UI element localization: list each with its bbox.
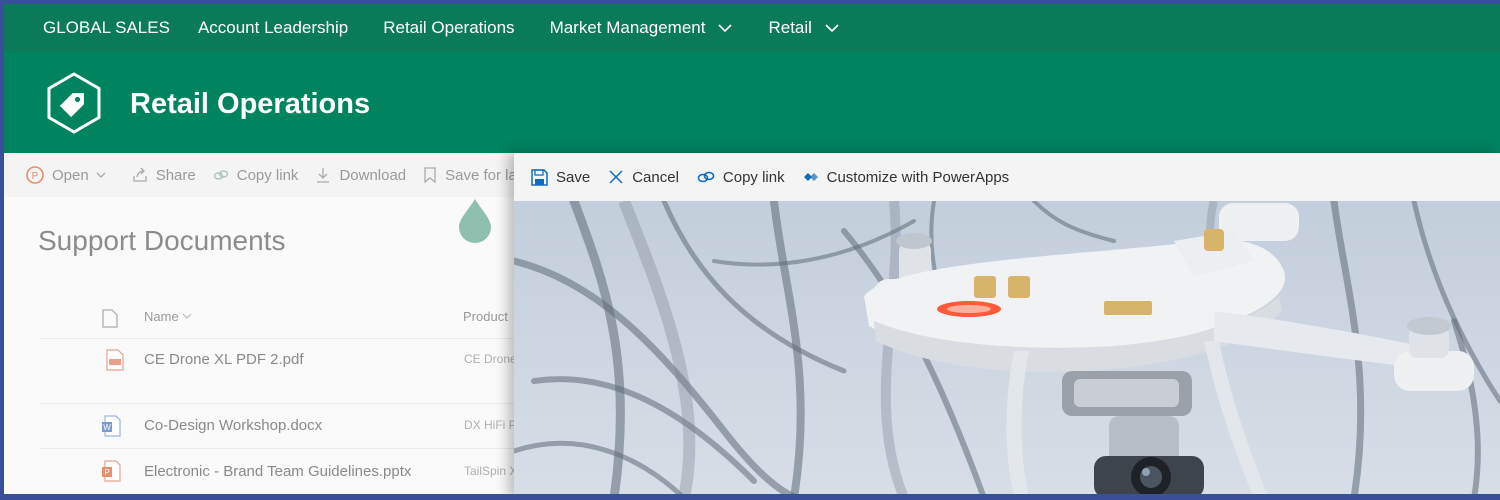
chevron-down-icon	[182, 313, 192, 319]
copy-link-label: Copy link	[722, 168, 785, 186]
table-row-name[interactable]: Co-Design Workshop.docx	[144, 417, 322, 434]
app-frame: GLOBAL SALES Account Leadership Retail O…	[4, 4, 1500, 494]
share-icon	[133, 167, 147, 182]
header-divider	[40, 338, 516, 339]
chevron-down-icon	[718, 24, 733, 33]
nav-retail-operations-label: Retail Operations	[383, 18, 515, 37]
library-title: Support Documents	[38, 225, 286, 256]
name-column-label: Name	[144, 309, 179, 324]
copy-link-label: Copy link	[236, 166, 299, 184]
item-edit-panel: Save Cancel Copy link Customize with Pow…	[514, 153, 1500, 494]
file-type-column-icon[interactable]	[102, 309, 118, 328]
save-for-later-button[interactable]: Save for lat	[423, 167, 521, 184]
powerpoint-icon: P	[26, 166, 44, 184]
customize-label: Customize with PowerApps	[826, 168, 1010, 186]
download-button[interactable]: Download	[315, 167, 406, 184]
link-icon	[213, 170, 228, 180]
table-row-product: CE Drone	[464, 352, 516, 366]
nav-market-management[interactable]: Market Management	[550, 18, 734, 38]
share-button[interactable]: Share	[132, 167, 196, 184]
document-library-page: P Open Share Copy link Download Save for…	[4, 153, 521, 494]
table-row-product: TailSpin X	[464, 464, 516, 478]
powerpoint-file-icon: P	[102, 460, 121, 482]
row-divider	[40, 448, 516, 449]
product-column-header[interactable]: Product	[463, 309, 508, 324]
nav-retail[interactable]: Retail	[768, 18, 839, 38]
row-divider	[40, 403, 516, 404]
nav-retail-operations[interactable]: Retail Operations	[383, 18, 514, 38]
nav-retail-label: Retail	[768, 18, 812, 37]
powerapps-icon	[803, 173, 818, 181]
site-title[interactable]: Retail Operations	[130, 88, 370, 121]
table-row-product: DX HiFi P	[464, 418, 516, 432]
close-icon	[609, 170, 623, 184]
library-command-bar: P Open Share Copy link Download Save for…	[4, 153, 521, 197]
svg-text:P: P	[104, 468, 109, 477]
chevron-down-icon	[825, 24, 839, 33]
bookmark-icon	[424, 167, 436, 183]
panel-command-bar: Save Cancel Copy link Customize with Pow…	[514, 153, 1500, 201]
site-logo-tag-icon[interactable]	[42, 71, 106, 135]
copy-link-button[interactable]: Copy link	[697, 169, 785, 186]
nav-global-sales-label: GLOBAL SALES	[43, 18, 170, 37]
top-navigation: GLOBAL SALES Account Leadership Retail O…	[4, 4, 1500, 52]
table-row-name[interactable]: Electronic - Brand Team Guidelines.pptx	[144, 463, 411, 480]
water-drop-icon	[459, 199, 491, 243]
save-label: Save	[556, 168, 591, 186]
nav-global-sales[interactable]: GLOBAL SALES	[43, 18, 170, 38]
open-label: Open	[52, 166, 89, 184]
pdf-file-icon	[106, 349, 124, 371]
nav-account-leadership[interactable]: Account Leadership	[198, 18, 348, 38]
nav-account-leadership-label: Account Leadership	[197, 18, 349, 37]
table-row-name[interactable]: CE Drone XL PDF 2.pdf	[144, 351, 304, 368]
cancel-label: Cancel	[632, 168, 679, 186]
copy-link-button[interactable]: Copy link	[213, 166, 299, 184]
drone-photo	[514, 201, 1500, 494]
word-file-icon: W	[102, 415, 121, 437]
cancel-button[interactable]: Cancel	[608, 169, 679, 186]
share-label: Share	[155, 166, 196, 184]
nav-market-management-label: Market Management	[549, 18, 706, 37]
download-label: Download	[339, 166, 407, 184]
save-button[interactable]: Save	[531, 169, 590, 186]
svg-text:W: W	[103, 423, 111, 432]
name-column-header[interactable]: Name	[144, 309, 192, 324]
open-button[interactable]: P Open	[26, 166, 115, 184]
svg-text:P: P	[32, 171, 39, 182]
chevron-down-icon	[96, 172, 106, 178]
download-icon	[317, 168, 330, 183]
customize-powerapps-button[interactable]: Customize with PowerApps	[803, 168, 1010, 186]
save-icon	[531, 168, 548, 186]
site-header: Retail Operations	[4, 52, 1500, 153]
link-icon	[697, 171, 715, 183]
save-for-later-label: Save for lat	[445, 166, 522, 184]
product-column-label: Product	[463, 309, 508, 324]
